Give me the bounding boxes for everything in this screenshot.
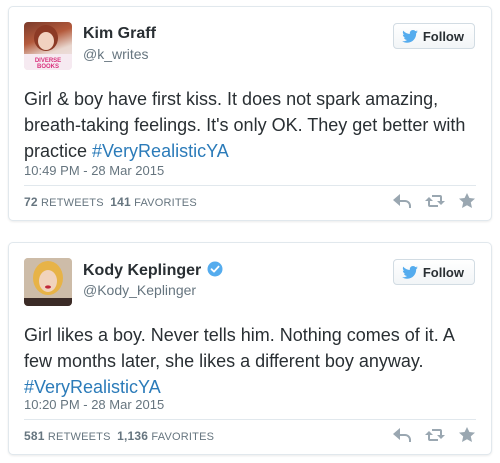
tweet-body: Girl likes a boy. Never tells him. Nothi… <box>24 325 454 371</box>
author-name-text: Kody Keplinger <box>83 262 202 279</box>
follow-button[interactable]: Follow <box>392 23 475 49</box>
tweet-body: Girl & boy have first kiss. It does not … <box>24 89 466 161</box>
hashtag-link[interactable]: #VeryRealisticYA <box>92 141 229 161</box>
twitter-bird-icon <box>402 265 418 279</box>
author-handle[interactable]: @Kody_Keplinger <box>83 282 196 298</box>
author-name[interactable]: Kim Graff <box>83 25 156 43</box>
tweet-text: Girl & boy have first kiss. It does not … <box>24 86 484 164</box>
follow-label: Follow <box>422 264 464 280</box>
tweet-actions <box>393 193 475 208</box>
star-icon[interactable] <box>459 427 475 442</box>
divider <box>24 185 476 186</box>
reply-icon[interactable] <box>393 193 411 208</box>
avatar-photo <box>24 258 72 306</box>
verified-badge-icon <box>207 261 223 277</box>
tweet-stats: 72 RETWEETS 141 FAVORITES <box>24 195 197 209</box>
avatar-badge-text: DIVERSE BOOKS <box>34 58 62 70</box>
favorites-label: FAVORITES <box>134 197 197 209</box>
avatar[interactable]: DIVERSE BOOKS <box>24 22 72 70</box>
follow-label: Follow <box>422 28 464 44</box>
divider <box>24 419 476 420</box>
tweet-card: Kody Keplinger @Kody_Keplinger Follow Gi… <box>8 242 492 455</box>
follow-button[interactable]: Follow <box>392 259 475 285</box>
tweet-text: Girl likes a boy. Never tells him. Nothi… <box>24 322 484 400</box>
favorite-count[interactable]: 1,136 <box>117 429 148 443</box>
retweet-count[interactable]: 581 <box>24 429 45 443</box>
retweet-icon[interactable] <box>425 194 445 208</box>
retweets-label: RETWEETS <box>47 431 111 443</box>
tweet-card: DIVERSE BOOKS Kim Graff @k_writes Follow… <box>8 6 492 221</box>
favorite-count[interactable]: 141 <box>110 195 131 209</box>
author-handle[interactable]: @k_writes <box>83 46 149 62</box>
tweet-timestamp[interactable]: 10:49 PM - 28 Mar 2015 <box>24 163 164 178</box>
avatar[interactable] <box>24 258 72 306</box>
retweet-icon[interactable] <box>425 428 445 442</box>
retweet-count[interactable]: 72 <box>24 195 38 209</box>
tweet-timestamp[interactable]: 10:20 PM - 28 Mar 2015 <box>24 397 164 412</box>
twitter-bird-icon <box>402 29 418 43</box>
author-name[interactable]: Kody Keplinger <box>83 261 223 280</box>
hashtag-link[interactable]: #VeryRealisticYA <box>24 377 161 397</box>
favorites-label: FAVORITES <box>151 431 215 443</box>
reply-icon[interactable] <box>393 427 411 442</box>
tweet-stats: 581 RETWEETS 1,136 FAVORITES <box>24 429 214 443</box>
retweets-label: RETWEETS <box>41 197 104 209</box>
star-icon[interactable] <box>459 193 475 208</box>
tweet-actions <box>393 427 475 442</box>
